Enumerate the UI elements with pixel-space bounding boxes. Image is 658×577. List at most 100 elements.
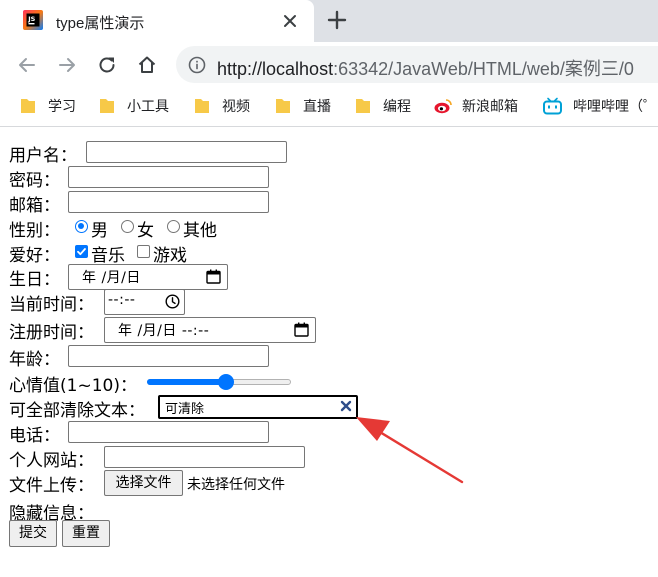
hobby-option-music[interactable]: 音乐 — [75, 240, 135, 266]
bookmark-label: 新浪邮箱 — [462, 98, 518, 114]
radio-label: 女 — [137, 221, 154, 241]
username-input[interactable] — [86, 141, 287, 163]
checkbox-checked[interactable] — [75, 245, 88, 258]
email-label: 邮箱： — [9, 196, 60, 216]
radio-button[interactable] — [167, 220, 180, 233]
slider-thumb[interactable] — [218, 374, 235, 390]
age-label: 年龄： — [9, 350, 60, 370]
gender-option-female[interactable]: 女 — [121, 215, 161, 241]
bookmark-label: 哔哩哔哩（゜ — [573, 98, 657, 114]
register-time-row: 注册时间： 年 /月/日 --:-- — [9, 317, 329, 343]
radio-label: 其他 — [183, 221, 217, 241]
phone-input[interactable] — [68, 421, 269, 443]
datetime-placeholder: 年 /月/日 --:-- — [118, 323, 210, 339]
radio-button-checked[interactable] — [75, 220, 88, 233]
website-row: 个人网站： — [9, 445, 329, 471]
url-text: http://localhost:63342/JavaWeb/HTML/web/… — [217, 55, 634, 81]
website-url-input[interactable] — [104, 446, 305, 468]
reload-icon[interactable] — [96, 54, 118, 76]
bookmark-label: 直播 — [303, 98, 331, 114]
upload-label: 文件上传： — [9, 476, 94, 496]
calendar-icon[interactable] — [294, 322, 309, 337]
hobby-option-game[interactable]: 游戏 — [137, 240, 197, 266]
hobby-row: 爱好： 音乐 游戏 — [9, 240, 309, 266]
checkbox[interactable] — [137, 245, 150, 258]
mood-range-slider[interactable] — [147, 373, 291, 391]
page-content: 用户名： 密码： 邮箱： 性别： 男 女 其他 爱好： 音乐 游戏 生日： 年 … — [0, 128, 658, 577]
register-datetime-input[interactable]: 年 /月/日 --:-- — [104, 317, 316, 343]
folder-icon — [100, 99, 114, 113]
tab-title: type属性演示 — [56, 15, 145, 32]
age-number-input[interactable] — [68, 345, 269, 367]
reset-button[interactable]: 重置 — [62, 520, 110, 547]
mood-label: 心情值(1~10)： — [9, 376, 137, 396]
phone-label: 电话： — [9, 426, 60, 446]
bilibili-icon — [543, 97, 562, 115]
time-placeholder: --:-- — [108, 292, 136, 308]
birthday-row: 生日： 年 /月/日 — [9, 264, 309, 290]
website-label: 个人网站： — [9, 451, 94, 471]
folder-icon — [356, 99, 370, 113]
clearable-label: 可全部清除文本： — [9, 401, 145, 421]
tab-strip: JS type属性演示 — [0, 0, 658, 42]
gender-label: 性别： — [9, 221, 60, 241]
current-time-label: 当前时间： — [9, 295, 94, 315]
register-time-label: 注册时间： — [9, 323, 94, 343]
back-arrow-icon[interactable] — [16, 54, 38, 76]
gender-row: 性别： 男 女 其他 — [9, 215, 309, 241]
email-input[interactable] — [68, 191, 269, 213]
gender-option-other[interactable]: 其他 — [167, 215, 227, 241]
close-icon[interactable] — [280, 11, 300, 31]
tab-active[interactable]: JS type属性演示 — [0, 0, 314, 42]
bookmarks-bar: 学习 小工具 视频 直播 编程 新浪邮箱 哔哩哔哩（゜ — [0, 87, 658, 127]
password-input[interactable] — [68, 166, 269, 188]
folder-icon — [21, 99, 35, 113]
bookmark-label: 视频 — [222, 98, 250, 114]
hobby-label: 爱好： — [9, 246, 60, 266]
new-tab-plus-icon[interactable] — [326, 9, 348, 31]
bookmark-label: 小工具 — [127, 98, 169, 114]
address-bar[interactable]: http://localhost:63342/JavaWeb/HTML/web/… — [176, 46, 658, 83]
gender-option-male[interactable]: 男 — [75, 215, 115, 241]
weibo-icon — [434, 99, 452, 114]
birthday-date-input[interactable]: 年 /月/日 — [68, 264, 228, 290]
checkmark-icon — [77, 248, 86, 256]
mood-row: 心情值(1~10)： — [9, 370, 309, 396]
calendar-icon[interactable] — [206, 269, 221, 284]
clearable-row: 可全部清除文本： 可清除 — [9, 395, 369, 421]
date-placeholder: 年 /月/日 — [82, 270, 141, 286]
radio-button[interactable] — [121, 220, 134, 233]
bookmark-label: 学习 — [48, 98, 76, 114]
intellij-icon: JS — [23, 10, 43, 30]
email-row: 邮箱： — [9, 190, 309, 216]
birthday-label: 生日： — [9, 270, 60, 290]
current-time-input[interactable]: --:-- — [104, 289, 185, 315]
current-time-row: 当前时间： --:-- — [9, 289, 309, 315]
url-host: http://localhost — [217, 59, 334, 79]
age-row: 年龄： — [9, 344, 309, 370]
folder-icon — [195, 99, 209, 113]
hidden-row: 隐藏信息： — [9, 498, 209, 524]
clearable-search-input[interactable]: 可清除 — [158, 395, 358, 419]
clearable-value: 可清除 — [165, 401, 205, 416]
url-path: :63342/JavaWeb/HTML/web/案例三/0 — [333, 59, 634, 79]
folder-icon — [276, 99, 290, 113]
browser-toolbar: http://localhost:63342/JavaWeb/HTML/web/… — [0, 42, 658, 87]
svg-text:JS: JS — [27, 15, 35, 23]
password-row: 密码： — [9, 165, 309, 191]
home-icon[interactable] — [136, 54, 158, 76]
clock-icon[interactable] — [165, 294, 180, 309]
checkbox-label: 游戏 — [153, 246, 187, 266]
slider-fill — [147, 379, 227, 385]
phone-row: 电话： — [9, 420, 309, 446]
username-row: 用户名： — [9, 140, 309, 166]
info-icon[interactable] — [188, 56, 206, 74]
submit-button[interactable]: 提交 — [9, 520, 57, 547]
password-label: 密码： — [9, 171, 60, 191]
forward-arrow-icon[interactable] — [56, 54, 78, 76]
radio-label: 男 — [91, 221, 108, 241]
choose-file-button[interactable]: 选择文件 — [104, 470, 183, 496]
upload-row: 文件上传： 选择文件 未选择任何文件 — [9, 470, 349, 496]
checkbox-label: 音乐 — [91, 246, 125, 266]
username-label: 用户名： — [9, 146, 77, 166]
